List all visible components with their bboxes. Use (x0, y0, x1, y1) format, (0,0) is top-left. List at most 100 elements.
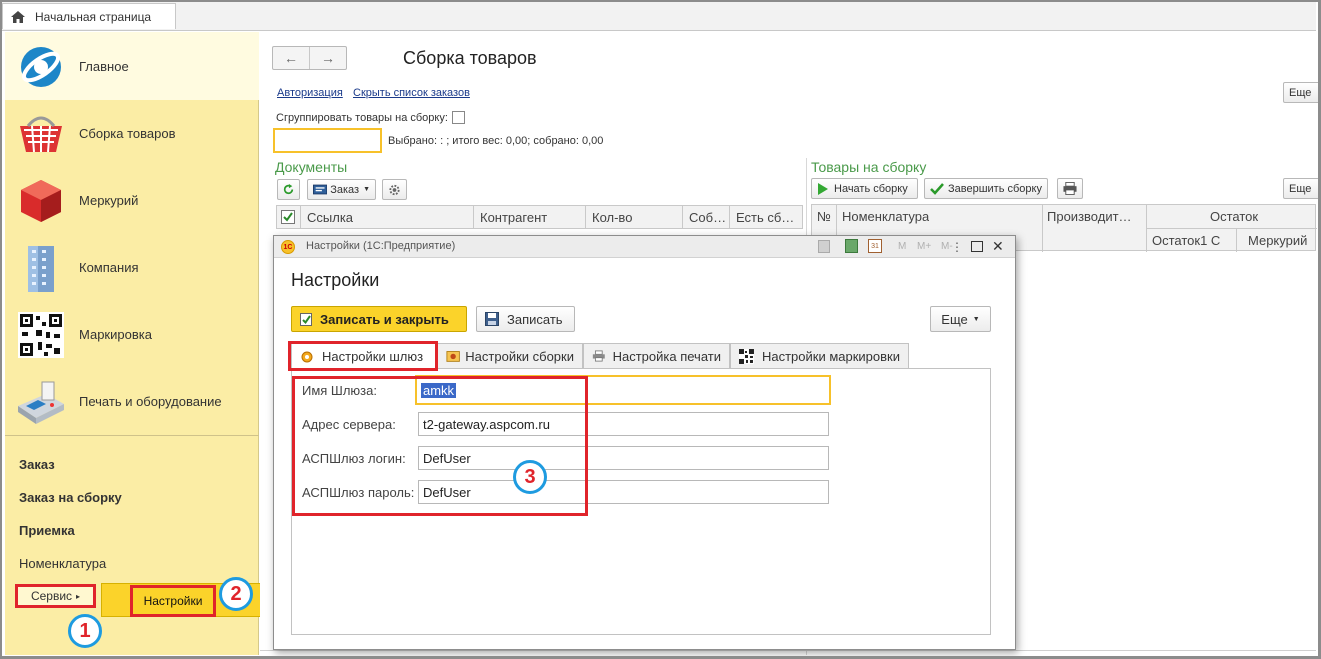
sidebar-item-label: Меркурий (79, 193, 139, 208)
column-header[interactable]: Остаток1 С (1152, 233, 1220, 248)
refresh-button[interactable] (277, 179, 300, 200)
annotation-marker-2: 2 (219, 577, 253, 611)
basket-icon (15, 108, 67, 160)
maximize-icon[interactable] (971, 241, 983, 252)
finish-assembly-button[interactable]: Завершить сборку (924, 178, 1048, 199)
print-button[interactable] (1057, 178, 1083, 199)
printer-icon (1063, 182, 1077, 195)
annotation-marker-3: 3 (513, 460, 547, 494)
play-icon (818, 182, 828, 195)
documents-table-header: Ссылка Контрагент Кол-во Соб… Есть сб… (276, 205, 803, 229)
column-header[interactable]: Производит… (1047, 209, 1142, 224)
service-label: Сервис (30, 589, 73, 603)
sidebar-item-assembly[interactable]: Сборка товаров (5, 100, 259, 167)
group-goods-label: Сгруппировать товары на сборку: (276, 112, 448, 124)
save-and-close-label: Записать и закрыть (320, 311, 449, 327)
order-dropdown-button[interactable]: Заказ ▼ (307, 179, 376, 200)
settings-menu-item[interactable]: Настройки (130, 585, 216, 617)
barcode-input[interactable] (273, 128, 382, 153)
sidebar-item-label: Главное (79, 59, 129, 74)
settings-box-icon (446, 351, 460, 362)
qr-code-icon (739, 348, 754, 364)
annotation-marker-1: 1 (68, 614, 102, 648)
start-assembly-button[interactable]: Начать сборку (811, 178, 918, 199)
column-header[interactable]: Кол-во (586, 206, 683, 228)
document-icon[interactable] (818, 240, 830, 253)
more-button-top[interactable]: Еще (1283, 82, 1321, 103)
globe-icon (15, 41, 67, 93)
sidebar-item-printing[interactable]: Печать и оборудование (5, 368, 259, 435)
checkmark-icon (930, 182, 944, 195)
pos-terminal-icon (15, 376, 67, 428)
sidebar-divider (5, 435, 259, 436)
settings-menu-label: Настройки (143, 594, 203, 608)
sidebar-link-receiving[interactable]: Приемка (19, 523, 75, 538)
authorization-link[interactable]: Авторизация (277, 87, 343, 99)
dialog-more-label: Еще (941, 311, 968, 327)
service-menu[interactable]: Сервис ▸ (15, 584, 96, 608)
sidebar-item-label: Компания (79, 260, 139, 275)
save-and-close-button[interactable]: Записать и закрыть (291, 306, 467, 332)
calculator-icon[interactable] (845, 239, 858, 253)
home-icon (11, 10, 25, 23)
floppy-disk-icon (485, 312, 499, 326)
column-divider (1146, 228, 1317, 229)
tab-marking-settings[interactable]: Настройки маркировки (730, 343, 909, 369)
calendar-icon[interactable]: 31 (868, 239, 882, 253)
sidebar-item-label: Маркировка (79, 327, 152, 342)
checkbox-column-icon (281, 210, 295, 224)
more-actions-icon[interactable]: ⋮ (950, 240, 964, 254)
tab-label: Настройка печати (612, 348, 721, 364)
column-header[interactable]: Контрагент (474, 206, 586, 228)
chevron-right-icon: ▸ (76, 591, 81, 601)
sidebar-item-marking[interactable]: Маркировка (5, 301, 259, 368)
dialog-window-title: Настройки (1С:Предприятие) (306, 240, 456, 252)
close-icon[interactable]: ✕ (992, 238, 1004, 255)
tab-print-settings[interactable]: Настройка печати (583, 343, 730, 369)
home-tab-label: Начальная страница (35, 9, 152, 24)
cube-icon (15, 175, 67, 227)
annotation-highlight-fields (292, 376, 588, 516)
save-button[interactable]: Записать (476, 306, 575, 332)
document-icon (313, 184, 328, 195)
list-settings-button[interactable] (382, 179, 407, 200)
check-column-header[interactable] (277, 206, 301, 228)
goods-title: Товары на сборку (811, 159, 927, 175)
forward-arrow-icon[interactable]: → (310, 47, 346, 69)
sidebar-item-main[interactable]: Главное (5, 33, 259, 100)
app-1c-icon: 1С (281, 240, 295, 254)
sidebar-link-order[interactable]: Заказ (19, 457, 55, 472)
tab-label: Настройки маркировки (761, 348, 900, 364)
sidebar-item-label: Сборка товаров (79, 126, 176, 141)
column-header[interactable]: Соб… (683, 206, 730, 228)
memory-m-button[interactable]: M (898, 241, 906, 252)
qr-code-icon (15, 309, 67, 361)
sidebar-link-nomenclature[interactable]: Номенклатура (19, 556, 106, 571)
column-header[interactable]: Остаток (1210, 209, 1258, 224)
more-button-goods[interactable]: Еще (1283, 178, 1321, 199)
sidebar-link-assembly-order[interactable]: Заказ на сборку (19, 490, 122, 505)
hide-orders-link[interactable]: Скрыть список заказов (353, 87, 470, 99)
sidebar-item-company[interactable]: Компания (5, 234, 259, 301)
column-header[interactable]: Есть сб… (730, 206, 802, 228)
column-header[interactable]: Номенклатура (842, 209, 929, 224)
back-arrow-icon[interactable]: ← (273, 47, 310, 69)
home-tab[interactable]: Начальная страница (2, 3, 176, 29)
bottom-divider (260, 650, 1316, 651)
chevron-down-icon: ▼ (363, 186, 370, 193)
memory-plus-button[interactable]: M+ (917, 241, 931, 252)
dialog-more-button[interactable]: Еще ▼ (930, 306, 991, 332)
start-assembly-label: Начать сборку (834, 182, 908, 195)
history-nav: ← → (272, 46, 347, 70)
tab-label: Настройки сборки (465, 348, 574, 364)
column-header[interactable]: Ссылка (301, 206, 474, 228)
selected-summary: Выбрано: : ; итого вес: 0,00; собрано: 0… (388, 135, 604, 147)
tab-assembly-settings[interactable]: Настройки сборки (437, 343, 583, 369)
column-header[interactable]: Меркурий (1248, 233, 1307, 248)
building-icon (15, 242, 67, 294)
group-goods-checkbox[interactable] (452, 111, 465, 124)
order-button-label: Заказ (330, 183, 360, 196)
column-divider (1042, 205, 1043, 252)
sidebar-item-mercury[interactable]: Меркурий (5, 167, 259, 234)
column-header[interactable]: № (817, 209, 831, 224)
